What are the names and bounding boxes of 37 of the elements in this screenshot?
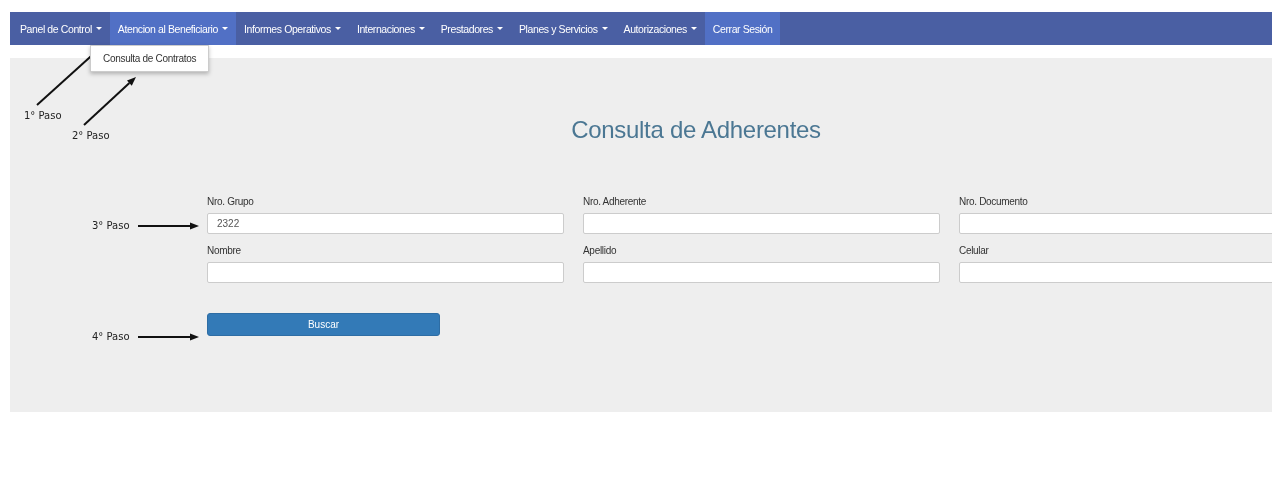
field-label: Nombre [207,245,241,256]
caret-icon [601,27,608,30]
field-label: Nro. Grupo [207,196,254,207]
nav-menu-item[interactable]: Cerrar Sesión [704,12,781,45]
step-annotation: 3° Paso [92,220,130,231]
nav-menu-item[interactable]: Atencion al Beneficiario [109,12,236,45]
dropdown-menu-item[interactable]: Consulta de Contratos [103,53,197,64]
caret-icon [496,27,503,30]
input-field[interactable] [583,262,940,283]
input-field[interactable] [207,262,564,283]
field-label: Nro. Adherente [583,196,647,207]
caret-icon [334,27,341,30]
arrow [137,222,199,230]
caret-icon [95,27,102,30]
arrow [83,77,136,126]
nav-menu-item[interactable]: Planes y Servicios [510,12,616,45]
step-annotation: 1° Paso [24,110,62,121]
field-label: Celular [959,245,989,256]
caret-icon [690,27,697,30]
search-button[interactable]: Buscar [207,313,440,336]
field-label: Nro. Documento [959,196,1028,207]
field-label: Apellido [583,245,617,256]
input-field[interactable] [583,213,940,234]
step-annotation: 2° Paso [72,130,110,141]
nav-menu-item[interactable]: Internaciones [348,12,433,45]
page-title: Consulta de Adherentes [571,116,821,144]
input-field[interactable] [959,262,1272,283]
nav-menu-item[interactable]: Prestadores [432,12,511,45]
caret-icon [221,27,228,30]
nav-menu-item[interactable]: Panel de Control [12,12,110,45]
input-field[interactable] [959,213,1272,234]
nav-menu-item[interactable]: Informes Operativos [235,12,349,45]
nav-menu-item[interactable]: Autorizaciones [615,12,705,45]
step-annotation: 4° Paso [92,331,130,342]
caret-icon [418,27,425,30]
arrow [137,333,199,341]
input-field[interactable]: 2322 [207,213,564,234]
